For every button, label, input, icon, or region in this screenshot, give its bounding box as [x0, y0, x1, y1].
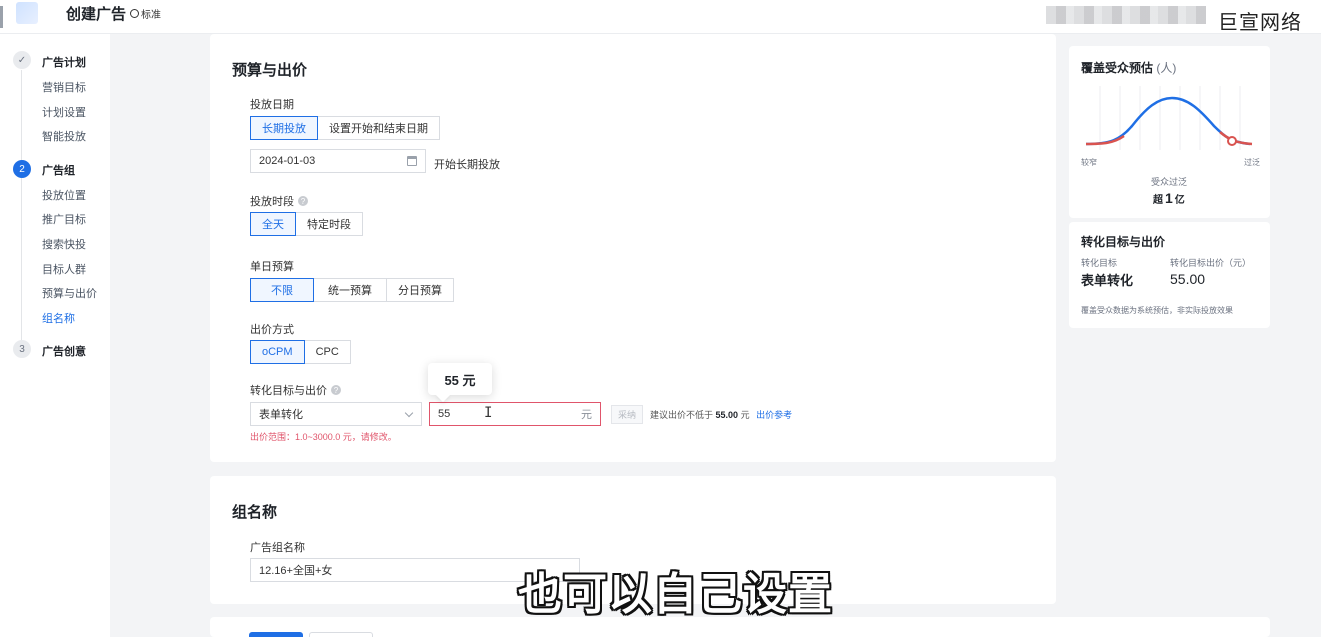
gauge-right-label: 过泛: [1244, 158, 1260, 167]
option-all-day[interactable]: 全天: [250, 212, 296, 236]
bid-preview-tooltip: 55 元: [428, 363, 492, 395]
start-date-picker[interactable]: 2024-01-03: [250, 149, 426, 173]
audience-position-marker: [1227, 136, 1237, 146]
blurred-account-info: [1046, 6, 1206, 24]
summary-target-value: 表单转化: [1081, 273, 1134, 288]
adopt-button[interactable]: 采纳: [611, 405, 644, 424]
submit-button[interactable]: [249, 632, 303, 637]
suggested-bid-value: 55.00: [715, 410, 739, 420]
sidebar-item-marketing-goal[interactable]: 营销目标: [42, 79, 86, 95]
audience-estimate-title-text: 覆盖受众预估: [1081, 61, 1154, 75]
audience-count-unit: 亿: [1174, 195, 1185, 206]
window-edge: [0, 6, 3, 28]
summary-bid-value: 55.00: [1170, 271, 1206, 287]
group-name-label: 广告组名称: [250, 542, 305, 554]
sidebar-item-search-quick[interactable]: 搜索快投: [42, 236, 86, 252]
option-cpc[interactable]: CPC: [303, 340, 351, 364]
sidebar-head-ad-group[interactable]: 广告组: [42, 162, 75, 178]
step-1-check-icon: ✓: [13, 51, 31, 69]
audience-gauge-chart: [1085, 86, 1253, 150]
delivery-period-label: 投放时段 ?: [250, 193, 308, 209]
audience-count-value: 1: [1165, 190, 1173, 206]
calendar-icon[interactable]: [407, 156, 417, 166]
group-name-section-title: 组名称: [232, 504, 278, 521]
sidebar-item-audience[interactable]: 目标人群: [42, 261, 86, 277]
option-start-end-date[interactable]: 设置开始和结束日期: [317, 116, 440, 140]
conversion-target-value: 表单转化: [259, 409, 303, 421]
step-sidebar: ✓ 广告计划 营销目标 计划设置 智能投放 2 广告组 投放位置 推广目标 搜索…: [0, 34, 110, 637]
start-date-hint: 开始长期投放: [434, 159, 500, 171]
sidebar-item-budget-bid[interactable]: 预算与出价: [42, 285, 97, 301]
delivery-period-toggle: 全天 特定时段: [250, 212, 363, 236]
sidebar-head-creative[interactable]: 广告创意: [42, 343, 86, 359]
sidebar-item-promo-target[interactable]: 推广目标: [42, 211, 86, 227]
option-long-term[interactable]: 长期投放: [250, 116, 318, 140]
suggested-bid-unit: 元: [740, 410, 750, 420]
budget-section-title: 预算与出价: [232, 62, 308, 79]
chevron-down-icon: [404, 408, 414, 418]
option-ocpm[interactable]: oCPM: [250, 340, 305, 364]
step-connector: [21, 70, 22, 166]
delivery-date-label: 投放日期: [250, 99, 294, 111]
bid-reference-link[interactable]: 出价参考: [756, 410, 792, 420]
delivery-period-label-text: 投放时段: [250, 196, 294, 208]
help-icon[interactable]: ?: [331, 385, 341, 395]
help-icon[interactable]: ?: [298, 196, 308, 206]
step-3-indicator: 3: [13, 340, 31, 358]
summary-note: 覆盖受众数据为系统预估，非实际投放效果: [1081, 306, 1233, 315]
mode-badge-label: 标准: [141, 10, 161, 21]
audience-count: 超 1 亿: [1153, 190, 1185, 206]
page-title: 创建广告: [66, 6, 127, 23]
conversion-bid-label-text: 转化目标与出价: [250, 385, 327, 397]
conversion-bid-label: 转化目标与出价 ?: [250, 382, 341, 398]
option-unified-budget[interactable]: 统一预算: [313, 278, 387, 302]
summary-bid-label: 转化目标出价（元）: [1170, 258, 1252, 268]
suggested-bid-prefix: 建议出价不低于: [650, 410, 714, 420]
sidebar-item-plan-settings[interactable]: 计划设置: [42, 104, 86, 120]
conversion-target-select[interactable]: 表单转化: [250, 402, 422, 426]
delivery-date-toggle: 长期投放 设置开始和结束日期: [250, 116, 440, 140]
start-date-value: 2024-01-03: [259, 155, 316, 167]
audience-estimate-title: 覆盖受众预估 (人): [1081, 59, 1176, 76]
bid-method-toggle: oCPM CPC: [250, 340, 351, 364]
suggested-bid-hint: 建议出价不低于 55.00 元 出价参考: [650, 408, 792, 421]
option-unlimited[interactable]: 不限: [250, 278, 314, 302]
option-specific-period[interactable]: 特定时段: [295, 212, 363, 236]
video-subtitle: 也可以自己设置: [518, 570, 833, 619]
gauge-left-label: 较窄: [1081, 158, 1097, 167]
conversion-summary-title: 转化目标与出价: [1081, 235, 1166, 249]
bid-range-error: 出价范围：1.0~3000.0 元，请修改。: [250, 432, 397, 442]
bid-method-label: 出价方式: [250, 324, 294, 336]
app-logo-icon: [16, 2, 38, 24]
daily-budget-label: 单日预算: [250, 261, 294, 273]
sidebar-head-plan[interactable]: 广告计划: [42, 54, 86, 70]
text-cursor-icon: I: [484, 405, 493, 421]
mode-badge: 标准: [130, 6, 161, 21]
step-connector: [21, 178, 22, 342]
audience-count-prefix: 超: [1153, 195, 1163, 206]
option-daily-split-budget[interactable]: 分日预算: [386, 278, 454, 302]
summary-target-label: 转化目标: [1081, 258, 1118, 268]
audience-estimate-unit: (人): [1156, 61, 1177, 75]
step-2-indicator: 2: [13, 160, 31, 178]
standard-mode-icon: [130, 9, 139, 18]
bid-amount-value: 55: [438, 408, 451, 420]
group-name-value: 12.16+全国+女: [259, 565, 333, 577]
sidebar-item-smart-delivery[interactable]: 智能投放: [42, 128, 86, 144]
cancel-button[interactable]: [309, 632, 373, 637]
brand-watermark: 巨宣网络: [1218, 12, 1302, 34]
top-bar: 创建广告 标准 巨宣网络: [0, 0, 1321, 34]
sidebar-item-group-name[interactable]: 组名称: [42, 310, 75, 326]
bid-unit: 元: [581, 409, 592, 421]
bid-amount-input[interactable]: 55 元: [429, 402, 601, 426]
audience-status: 受众过泛: [1151, 177, 1188, 187]
daily-budget-toggle: 不限 统一预算 分日预算: [250, 278, 454, 302]
sidebar-item-placement[interactable]: 投放位置: [42, 187, 86, 203]
